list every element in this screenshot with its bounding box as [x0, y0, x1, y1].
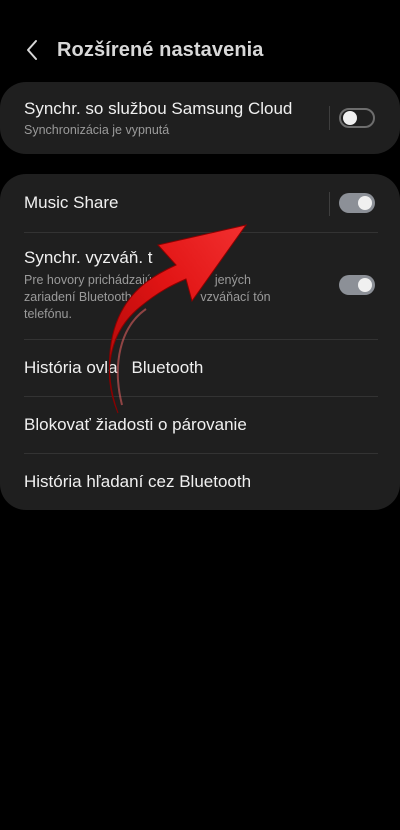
cloud-sync-switch[interactable] — [339, 108, 375, 128]
music-share-divider — [329, 192, 330, 216]
ringtone-sync-switch[interactable] — [339, 275, 375, 295]
search-history-row[interactable]: História hľadaní cez Bluetooth — [0, 471, 400, 493]
search-history-title: História hľadaní cez Bluetooth — [24, 472, 252, 491]
ringtone-sync-description: Pre hovory prichádzajú jených zariadení … — [24, 272, 314, 323]
ringtone-sync-desc-line3: telefónu. — [24, 307, 72, 321]
cloud-sync-switch-knob — [343, 111, 357, 125]
page-title: Rozšírené nastavenia — [57, 38, 264, 61]
control-history-title: História ovla Bluetooth — [24, 358, 204, 377]
ringtone-sync-switch-knob — [358, 278, 372, 292]
list-divider — [24, 396, 378, 397]
app-header: Rozšírené nastavenia — [0, 28, 400, 72]
ringtone-sync-desc-line2: zariadení Bluetooth s vzváňací tón — [24, 290, 271, 304]
ringtone-sync-title: Synchr. vyzváň. t — [24, 248, 153, 267]
ringtone-sync-desc-line1: Pre hovory prichádzajú jených — [24, 273, 251, 287]
cloud-sync-card: Synchr. so službou Samsung Cloud Synchro… — [0, 82, 400, 154]
list-divider — [24, 232, 378, 233]
music-share-switch-knob — [358, 196, 372, 210]
back-button[interactable] — [10, 28, 54, 72]
bluetooth-settings-card: Music Share Synchr. vyzváň. t Pre hovory… — [0, 174, 400, 510]
list-divider — [24, 339, 378, 340]
list-divider — [24, 453, 378, 454]
cloud-sync-divider — [329, 106, 330, 130]
block-pairing-row[interactable]: Blokovať žiadosti o párovanie — [0, 414, 400, 436]
block-pairing-title: Blokovať žiadosti o párovanie — [24, 415, 247, 434]
screen: Rozšírené nastavenia Synchr. so službou … — [0, 0, 400, 830]
music-share-switch[interactable] — [339, 193, 375, 213]
chevron-left-icon — [27, 40, 37, 60]
control-history-row[interactable]: História ovla Bluetooth — [0, 357, 400, 379]
